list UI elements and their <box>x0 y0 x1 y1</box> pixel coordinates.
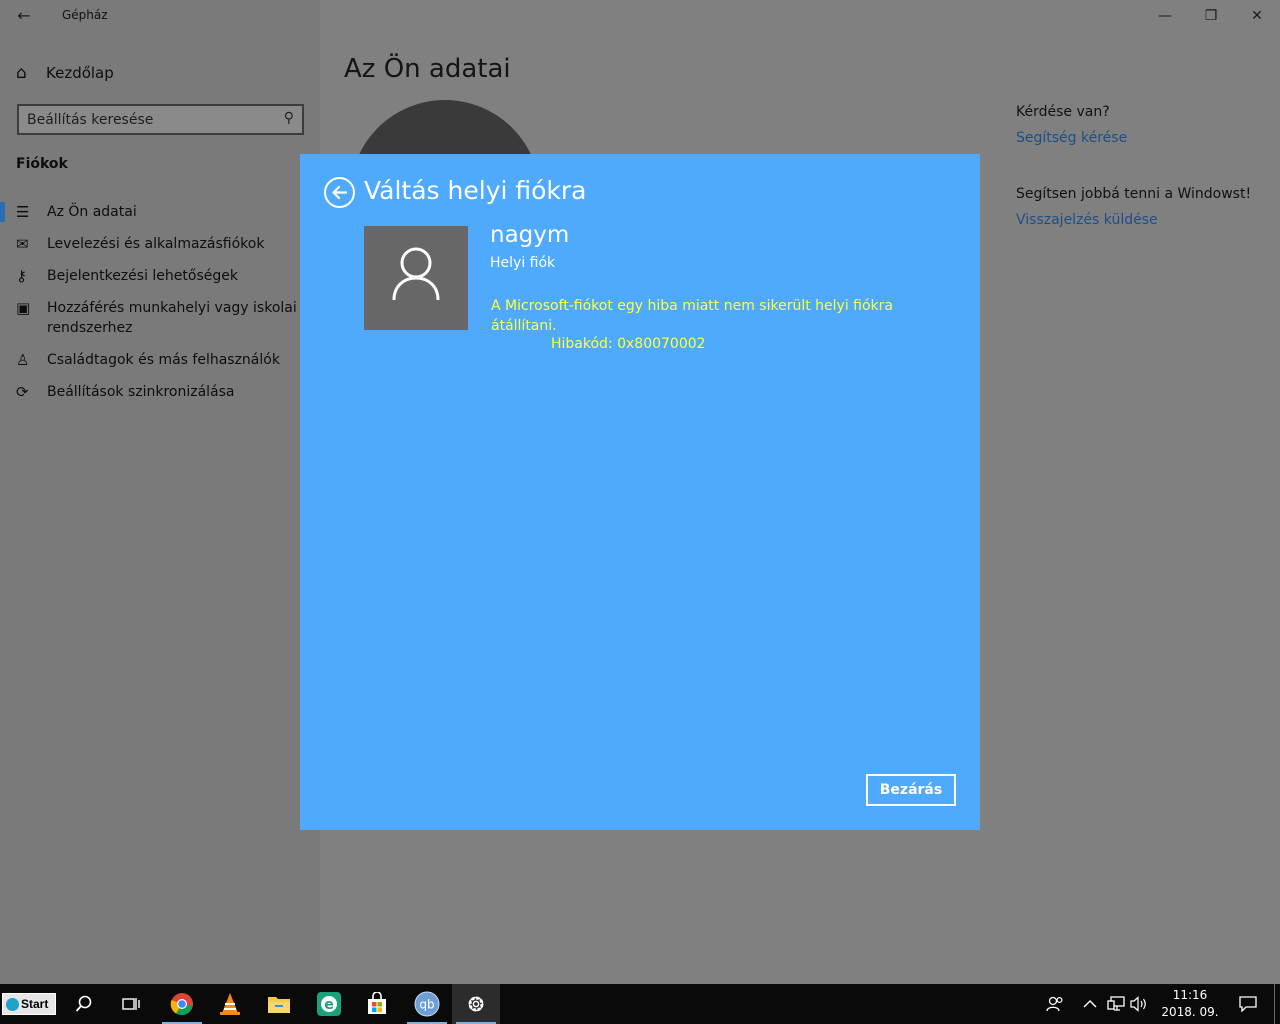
close-button[interactable]: Bezárás <box>866 774 956 806</box>
sidebar-item-your-info[interactable]: ☰ Az Ön adatai <box>0 196 320 228</box>
mail-icon: ✉ <box>16 235 29 253</box>
edge-icon[interactable]: e <box>305 984 353 1024</box>
help-question: Kérdése van? <box>1016 104 1110 120</box>
window-title: Gépház <box>62 8 108 22</box>
sidebar-item-label: Beállítások szinkronizálása <box>47 384 235 400</box>
dialog-title: Váltás helyi fiókra <box>364 176 587 205</box>
qbittorrent-label: qb <box>419 998 434 1012</box>
taskbar: Start e qb 11:16 2018. 09. 23. <box>0 984 1280 1024</box>
key-icon: ⚷ <box>16 267 27 285</box>
clock-time: 11:16 <box>1172 988 1208 1002</box>
person-card-icon: ☰ <box>16 203 30 221</box>
sidebar-item-sync-settings[interactable]: ⟳ Beállítások szinkronizálása <box>0 376 320 408</box>
user-icon <box>392 247 440 301</box>
task-view-icon[interactable] <box>107 984 155 1024</box>
feedback-prompt: Segítsen jobbá tenni a Windowst! <box>1016 186 1252 202</box>
sync-icon: ⟳ <box>16 383 29 401</box>
home-nav-item[interactable]: ⌂ Kezdőlap <box>16 60 114 86</box>
network-icon[interactable] <box>1107 984 1125 1024</box>
home-icon: ⌂ <box>16 63 27 83</box>
settings-icon[interactable] <box>452 984 500 1024</box>
back-arrow-icon[interactable]: ← <box>10 4 38 28</box>
account-type: Helyi fiók <box>490 255 556 271</box>
start-button[interactable]: Start <box>2 993 56 1015</box>
title-bar: ← Gépház — ❐ ✕ <box>0 0 1280 32</box>
sidebar-item-sign-in-options[interactable]: ⚷ Bejelentkezési lehetőségek <box>0 260 320 292</box>
sidebar-item-label: Hozzáférés munkahelyi vagy iskolai rends… <box>47 300 297 336</box>
settings-search-box[interactable]: ⚲ <box>17 104 304 135</box>
user-avatar-tile <box>364 226 468 330</box>
file-explorer-icon[interactable] <box>255 984 303 1024</box>
close-window-button[interactable]: ✕ <box>1234 0 1280 32</box>
briefcase-icon: ▣ <box>16 299 31 317</box>
search-icon: ⚲ <box>283 110 294 126</box>
svg-text:e: e <box>324 997 334 1013</box>
sidebar-item-work-school[interactable]: ▣ Hozzáférés munkahelyi vagy iskolai ren… <box>0 292 320 344</box>
volume-icon[interactable] <box>1130 984 1148 1024</box>
sidebar-item-family-users[interactable]: ♙ Családtagok és más felhasználók <box>0 344 320 376</box>
dialog-back-button[interactable] <box>324 177 355 208</box>
switch-local-account-dialog: Váltás helyi fiókra nagym Helyi fiók A M… <box>300 154 980 830</box>
start-orb-icon <box>6 997 19 1011</box>
people-icon[interactable] <box>1046 984 1064 1024</box>
send-feedback-link[interactable]: Visszajelzés küldése <box>1016 212 1251 228</box>
settings-search-input[interactable] <box>27 110 277 130</box>
help-panel: Kérdése van? Segítség kérése Segítsen jo… <box>1016 104 1251 228</box>
sidebar-item-label: Az Ön adatai <box>47 204 137 220</box>
sidebar-nav: ☰ Az Ön adatai ✉ Levelezési és alkalmazá… <box>0 196 320 408</box>
restore-button[interactable]: ❐ <box>1188 0 1234 32</box>
sidebar-item-email-accounts[interactable]: ✉ Levelezési és alkalmazásfiókok <box>0 228 320 260</box>
system-clock[interactable]: 11:16 2018. 09. 23. <box>1150 987 1230 1024</box>
search-icon[interactable] <box>60 984 108 1024</box>
section-title: Fiókok <box>16 156 68 172</box>
error-message: A Microsoft-fiókot egy hiba miatt nem si… <box>491 298 894 334</box>
minimize-button[interactable]: — <box>1142 0 1188 32</box>
page-title: Az Ön adatai <box>344 54 511 84</box>
vlc-icon[interactable] <box>206 984 254 1024</box>
clock-date: 2018. 09. 23. <box>1161 1005 1219 1024</box>
sidebar-item-label: Levelezési és alkalmazásfiókok <box>47 236 265 252</box>
sidebar-item-label: Családtagok és más felhasználók <box>47 352 280 368</box>
store-icon[interactable] <box>353 984 401 1024</box>
chrome-icon[interactable] <box>158 984 206 1024</box>
show-desktop-button[interactable] <box>1274 984 1280 1024</box>
start-label: Start <box>21 997 49 1011</box>
person-add-icon: ♙ <box>16 351 30 369</box>
username: nagym <box>490 222 570 248</box>
sidebar-item-label: Bejelentkezési lehetőségek <box>47 268 238 284</box>
chevron-up-icon[interactable] <box>1083 984 1097 1024</box>
error-code: Hibakód: 0x80070002 <box>551 336 706 352</box>
get-help-link[interactable]: Segítség kérése <box>1016 130 1251 146</box>
settings-sidebar <box>0 0 320 984</box>
back-arrow-icon <box>332 185 348 200</box>
home-label: Kezdőlap <box>46 64 114 82</box>
action-center-icon[interactable] <box>1234 984 1262 1024</box>
qbittorrent-icon[interactable]: qb <box>403 984 451 1024</box>
